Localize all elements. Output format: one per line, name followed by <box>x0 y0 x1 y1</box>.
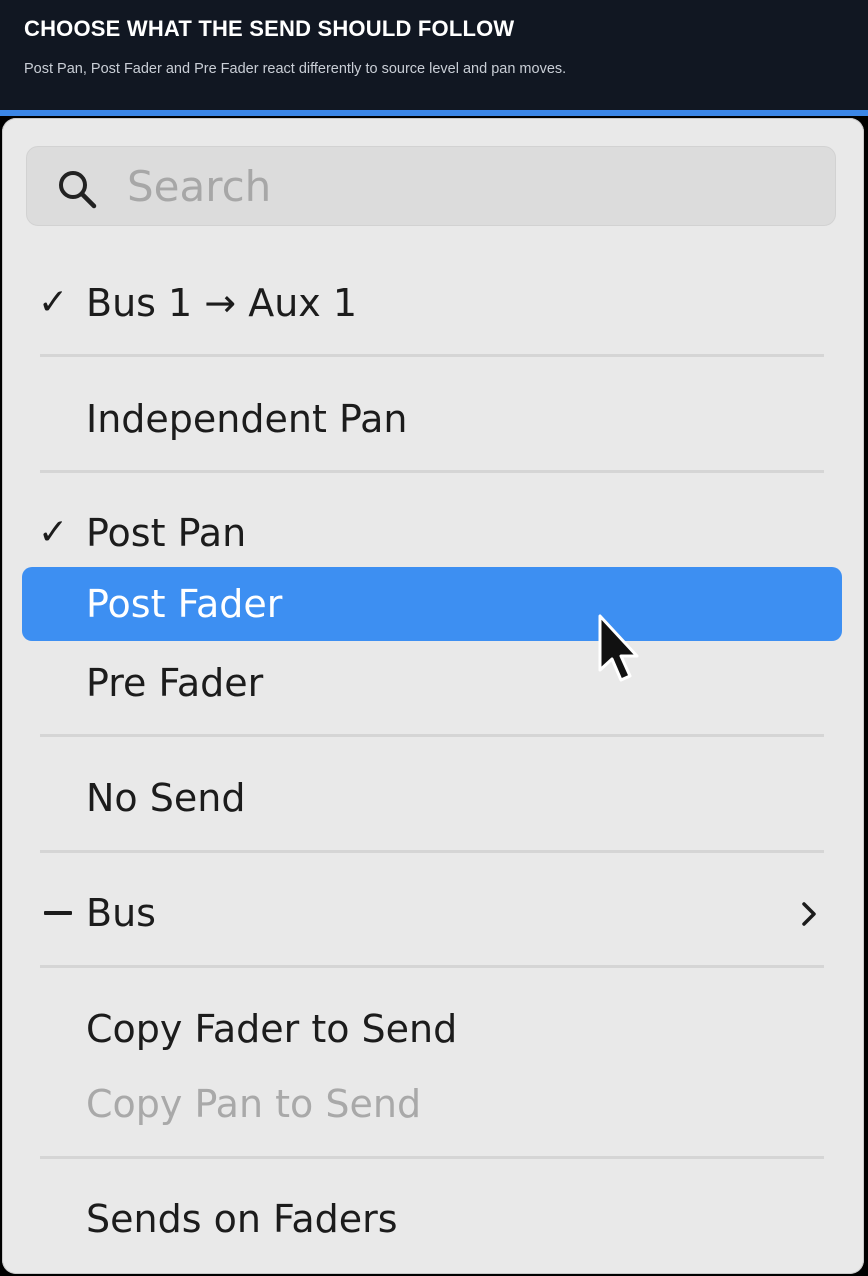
menu-item-label: No Send <box>86 776 246 820</box>
menu-separator <box>40 354 824 357</box>
menu-item-sends-on-faders[interactable]: Sends on Faders <box>22 1182 842 1256</box>
menu-item-pre-fader[interactable]: Pre Fader <box>22 646 842 720</box>
mouse-pointer-icon <box>598 614 639 682</box>
menu-item-copy-pan-to-send: Copy Pan to Send <box>22 1067 842 1141</box>
instruction-header: CHOOSE WHAT THE SEND SHOULD FOLLOW Post … <box>0 0 868 110</box>
menu-item-post-fader[interactable]: Post Fader <box>22 567 842 641</box>
mixed-state-dash-icon <box>44 911 72 915</box>
menu-item-label: Post Pan <box>86 511 247 555</box>
menu-item-label: Post Fader <box>86 582 283 626</box>
send-options-menu: ✓ Bus 1 → Aux 1 Independent Pan ✓ Post P… <box>2 118 864 1274</box>
menu-item-label: Copy Pan to Send <box>86 1082 422 1126</box>
menu-item-independent-pan[interactable]: Independent Pan <box>22 382 842 456</box>
menu-item-post-pan[interactable]: ✓ Post Pan <box>22 496 842 570</box>
menu-item-label: Copy Fader to Send <box>86 1007 458 1051</box>
menu-separator <box>40 734 824 737</box>
menu-separator <box>40 470 824 473</box>
menu-item-bus-submenu[interactable]: Bus <box>22 876 842 950</box>
menu-item-label: Bus <box>86 891 156 935</box>
menu-item-copy-fader-to-send[interactable]: Copy Fader to Send <box>22 992 842 1066</box>
menu-item-bus1-aux1[interactable]: ✓ Bus 1 → Aux 1 <box>22 266 842 340</box>
chevron-right-icon <box>802 902 816 926</box>
menu-separator <box>40 965 824 968</box>
menu-item-label: Independent Pan <box>86 397 408 441</box>
menu-separator <box>40 850 824 853</box>
header-accent-bar <box>0 110 868 116</box>
menu-item-label: Sends on Faders <box>86 1197 398 1241</box>
menu-item-label: Pre Fader <box>86 661 264 705</box>
instruction-title: CHOOSE WHAT THE SEND SHOULD FOLLOW <box>24 16 515 41</box>
menu-item-label: Bus 1 → Aux 1 <box>86 281 358 325</box>
instruction-subtitle: Post Pan, Post Fader and Pre Fader react… <box>24 61 567 77</box>
search-icon <box>59 171 97 209</box>
checkmark-icon: ✓ <box>38 512 69 553</box>
menu-separator <box>40 1156 824 1159</box>
menu-item-no-send[interactable]: No Send <box>22 761 842 835</box>
search-input[interactable] <box>127 157 817 215</box>
checkmark-icon: ✓ <box>38 282 69 323</box>
search-field[interactable] <box>26 146 836 226</box>
